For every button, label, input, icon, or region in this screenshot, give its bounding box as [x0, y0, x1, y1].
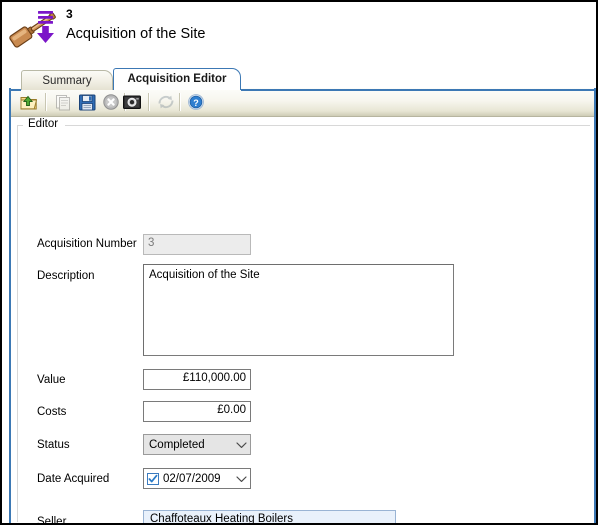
- date-acquired-checkbox[interactable]: [147, 472, 159, 485]
- svg-text:?: ?: [193, 98, 199, 108]
- chevron-down-icon: [232, 441, 250, 449]
- acquisition-number-label: Acquisition Number: [37, 238, 137, 250]
- help-icon[interactable]: ?: [185, 91, 207, 113]
- groupbox-border-top-right: [65, 125, 590, 126]
- tab-strip: Summary Acquisition Editor: [9, 64, 596, 91]
- costs-label: Costs: [37, 406, 67, 418]
- record-header: 3 Acquisition of the Site: [2, 2, 596, 64]
- tab-page-acquisition-editor: ? Editor Acquisition Number 3 Descriptio…: [9, 88, 596, 525]
- description-label: Description: [37, 270, 95, 282]
- value-field[interactable]: £110,000.00: [143, 369, 251, 390]
- save-icon[interactable]: [76, 91, 98, 113]
- description-textarea[interactable]: Acquisition of the Site: [143, 264, 454, 356]
- editor-groupbox-legend: Editor: [25, 118, 62, 130]
- tab-acquisition-editor-label: Acquisition Editor: [127, 73, 227, 85]
- status-dropdown-value: Completed: [149, 438, 205, 451]
- toolbar-separator: [45, 93, 47, 111]
- editor-groupbox: Editor Acquisition Number 3 Description …: [17, 118, 590, 525]
- copy-icon[interactable]: [52, 91, 74, 113]
- costs-field[interactable]: £0.00: [143, 401, 251, 422]
- chevron-down-icon[interactable]: [232, 475, 250, 483]
- acquisition-number-field[interactable]: 3: [143, 234, 251, 255]
- camera-icon[interactable]: [121, 91, 143, 113]
- status-label: Status: [37, 439, 70, 451]
- date-acquired-label: Date Acquired: [37, 473, 110, 485]
- value-label: Value: [37, 374, 66, 386]
- tab-strip-left-fill: [9, 89, 21, 91]
- groupbox-border-left: [17, 125, 18, 522]
- tab-acquisition-editor[interactable]: Acquisition Editor: [113, 68, 241, 90]
- toolbar-separator: [148, 93, 150, 111]
- new-folder-icon[interactable]: [18, 91, 40, 113]
- tab-summary-label: Summary: [42, 75, 92, 87]
- editor-toolbar: ?: [11, 88, 594, 117]
- record-title: Acquisition of the Site: [66, 26, 206, 42]
- refresh-icon[interactable]: [155, 91, 177, 113]
- gavel-download-icon: [9, 6, 61, 60]
- status-dropdown[interactable]: Completed: [143, 434, 251, 455]
- acquisition-editor-window: 3 Acquisition of the Site Summary Acquis…: [0, 0, 598, 525]
- tab-summary[interactable]: Summary: [21, 70, 113, 90]
- tab-strip-right-fill: [241, 89, 596, 91]
- seller-field[interactable]: Chaffoteaux Heating Boilers: [143, 510, 396, 523]
- toolbar-separator: [179, 93, 181, 111]
- seller-label: Seller: [37, 516, 67, 525]
- delete-icon[interactable]: [100, 91, 122, 113]
- date-acquired-picker[interactable]: 02/07/2009: [143, 468, 251, 489]
- record-id: 3: [66, 7, 73, 21]
- date-acquired-value: 02/07/2009: [163, 472, 221, 485]
